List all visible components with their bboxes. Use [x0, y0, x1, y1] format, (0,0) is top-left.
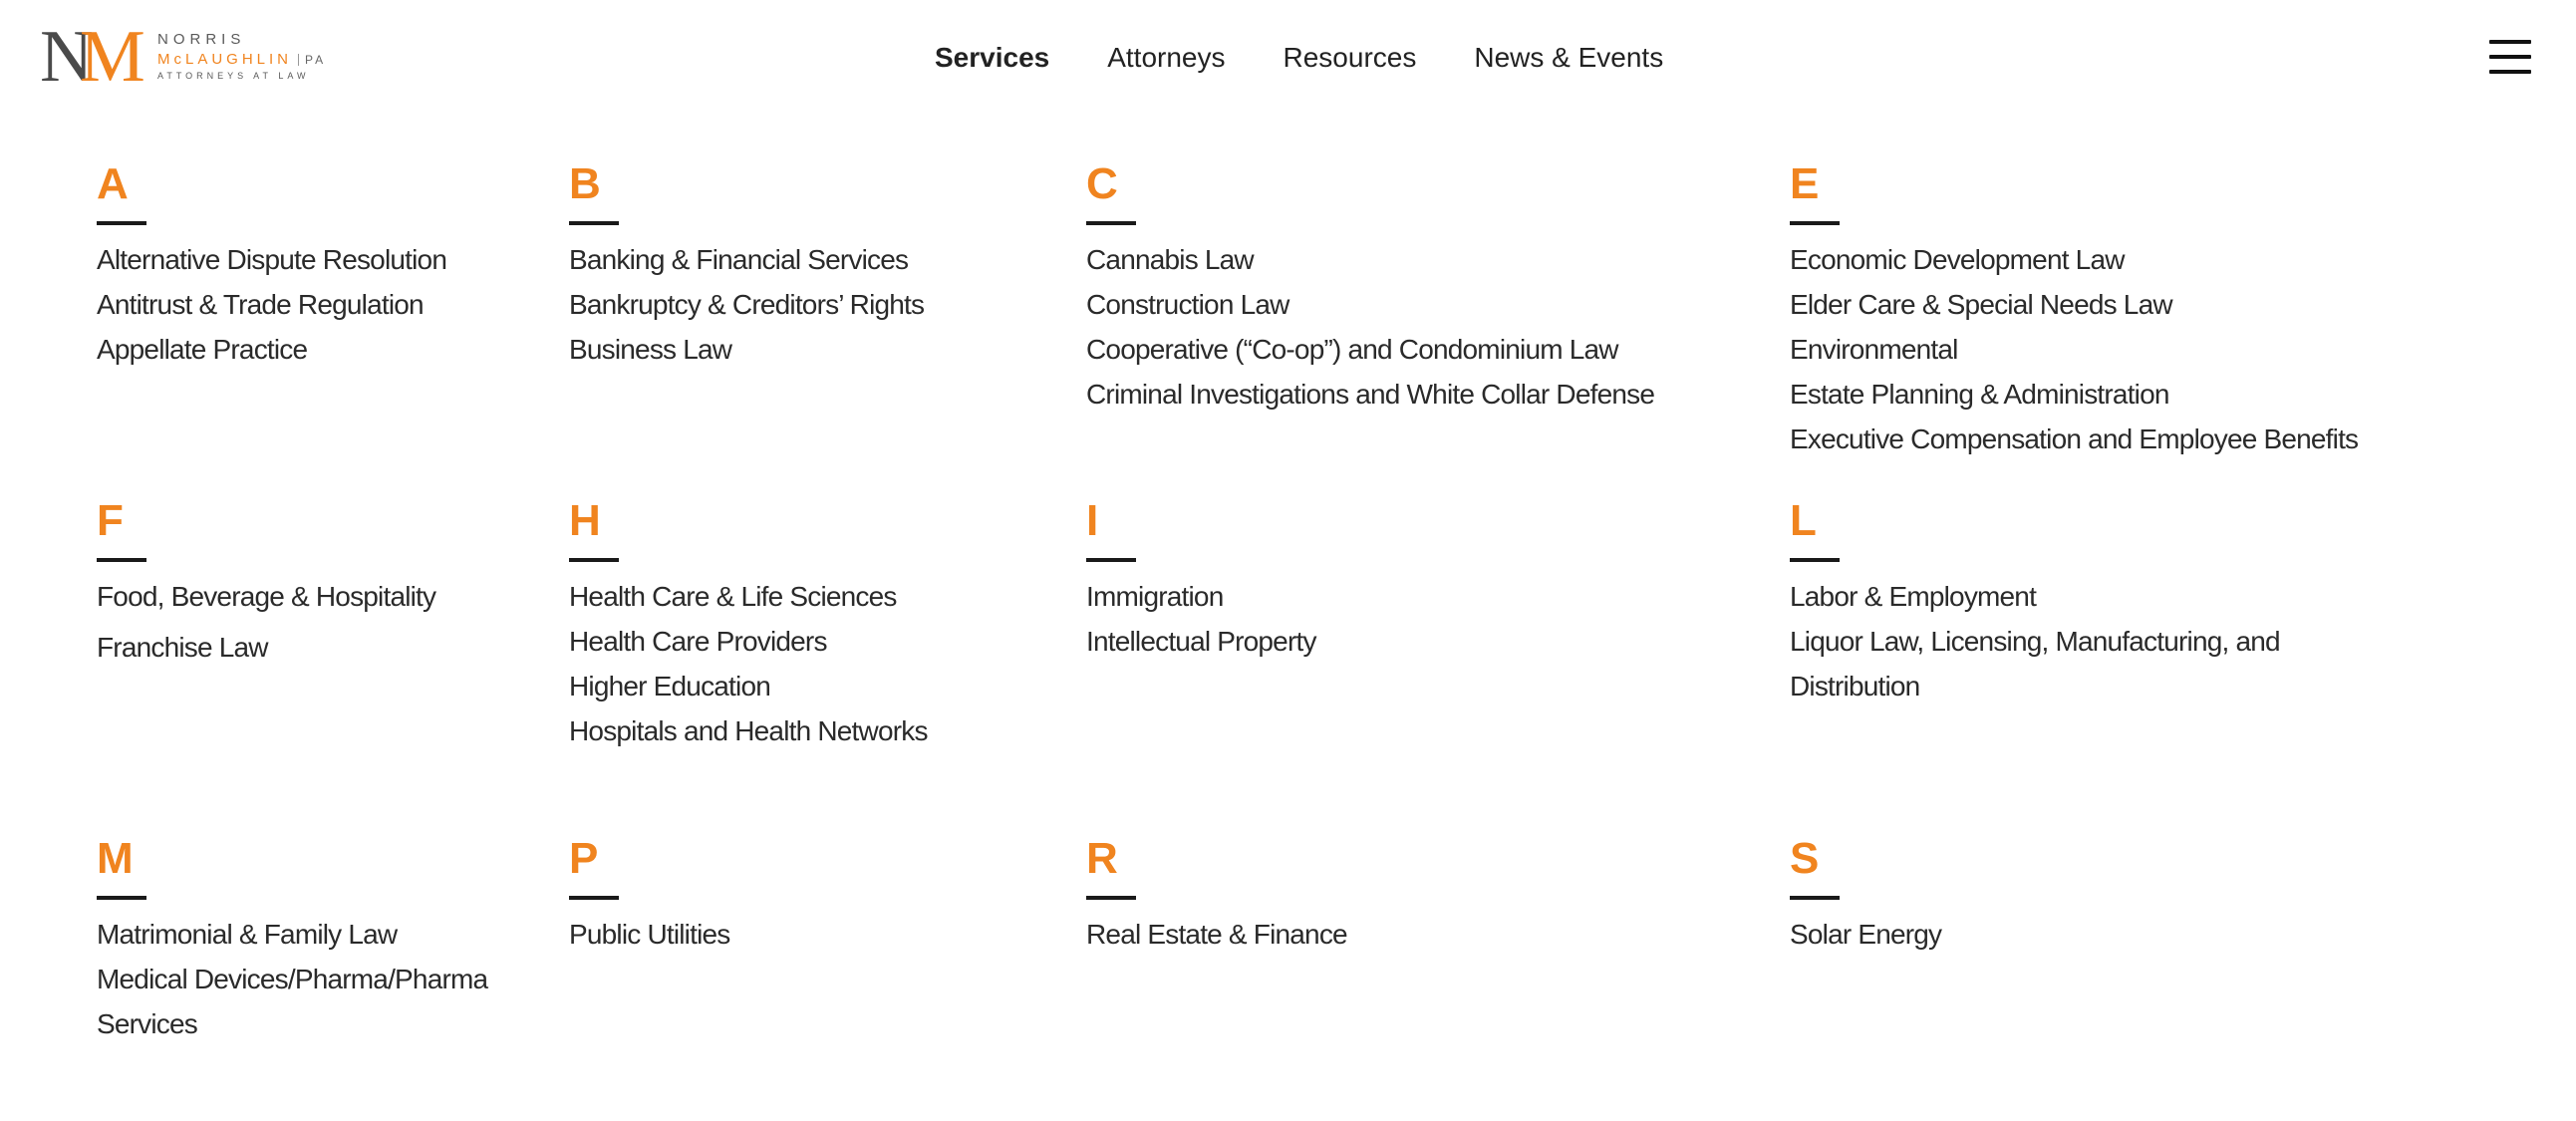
logo-divider: [298, 53, 300, 66]
service-link[interactable]: Alternative Dispute Resolution: [97, 237, 447, 282]
service-link[interactable]: Liquor Law, Licensing, Manufacturing, an…: [1790, 619, 2308, 708]
service-link[interactable]: Bankruptcy & Creditors’ Rights: [569, 282, 925, 327]
group-letter: L: [1790, 496, 1817, 545]
service-link[interactable]: Banking & Financial Services: [569, 237, 924, 282]
group-e: E Economic Development Law Elder Care & …: [1790, 159, 2359, 461]
logo-pa: PA: [305, 52, 327, 67]
hamburger-bar: [2489, 70, 2531, 74]
group-r: R Real Estate & Finance: [1086, 834, 1348, 957]
logo-line-norris: NORRIS: [157, 31, 246, 48]
service-link[interactable]: Public Utilities: [569, 912, 730, 957]
group-letter: S: [1790, 834, 1820, 883]
service-link[interactable]: Immigration: [1086, 574, 1316, 619]
service-link[interactable]: Franchise Law: [97, 625, 435, 670]
group-l: L Labor & Employment Liquor Law, Licensi…: [1790, 496, 2308, 708]
group-h: H Health Care & Life Sciences Health Car…: [569, 496, 928, 753]
nav-resources[interactable]: Resources: [1284, 38, 1417, 78]
service-link[interactable]: Elder Care & Special Needs Law: [1790, 282, 2358, 327]
service-link[interactable]: Economic Development Law: [1790, 237, 2358, 282]
group-s: S Solar Energy: [1790, 834, 1942, 957]
firm-logo[interactable]: N M NORRIS McLAUGHLIN PA ATTORNEYS AT LA…: [40, 20, 339, 94]
service-link[interactable]: Executive Compensation and Employee Bene…: [1790, 417, 2359, 461]
logo-monogram: N M: [40, 20, 147, 94]
service-link[interactable]: Real Estate & Finance: [1086, 912, 1348, 957]
service-link[interactable]: Appellate Practice: [97, 327, 446, 372]
letter-underline: [569, 221, 619, 225]
logo-monogram-m: M: [80, 16, 145, 98]
service-link[interactable]: Cannabis Law: [1086, 237, 1654, 282]
group-letter: H: [569, 496, 601, 545]
hamburger-bar: [2489, 40, 2531, 44]
nav-news-events[interactable]: News & Events: [1474, 38, 1663, 78]
logo-line-mclaughlin-row: McLAUGHLIN PA: [157, 51, 326, 68]
service-link[interactable]: Estate Planning & Administration: [1790, 372, 2358, 417]
group-c: C Cannabis Law Construction Law Cooperat…: [1086, 159, 1655, 417]
group-letter: M: [97, 834, 134, 883]
service-link[interactable]: Higher Education: [569, 664, 928, 708]
group-p: P Public Utilities: [569, 834, 730, 957]
service-link[interactable]: Matrimonial & Family Law: [97, 912, 515, 957]
letter-underline: [569, 896, 619, 900]
service-link[interactable]: Medical Devices/Pharma/Pharma Services: [97, 957, 515, 1046]
group-f: F Food, Beverage & Hospitality Franchise…: [97, 496, 436, 670]
service-link[interactable]: Health Care Providers: [569, 619, 928, 664]
nav-attorneys[interactable]: Attorneys: [1107, 38, 1225, 78]
group-b: B Banking & Financial Services Bankruptc…: [569, 159, 925, 372]
service-link[interactable]: Food, Beverage & Hospitality: [97, 574, 436, 619]
letter-underline: [1086, 221, 1136, 225]
letter-underline: [97, 221, 146, 225]
service-link[interactable]: Business Law: [569, 327, 924, 372]
group-letter: E: [1790, 159, 1820, 208]
letter-underline: [569, 558, 619, 562]
service-link[interactable]: Health Care & Life Sciences: [569, 574, 928, 619]
service-link[interactable]: Environmental: [1790, 327, 2358, 372]
service-link[interactable]: Cooperative (“Co-op”) and Condominium La…: [1086, 327, 1654, 372]
service-link[interactable]: Intellectual Property: [1086, 619, 1316, 664]
group-letter: R: [1086, 834, 1118, 883]
service-link[interactable]: Criminal Investigations and White Collar…: [1086, 372, 1655, 417]
group-letter: C: [1086, 159, 1118, 208]
logo-tagline: ATTORNEYS AT LAW: [157, 71, 310, 81]
nav-services[interactable]: Services: [935, 38, 1049, 78]
group-letter: F: [97, 496, 124, 545]
service-link[interactable]: Solar Energy: [1790, 912, 1942, 957]
site-header: N M NORRIS McLAUGHLIN PA ATTORNEYS AT LA…: [0, 0, 2576, 118]
group-i: I Immigration Intellectual Property: [1086, 496, 1316, 664]
group-m: M Matrimonial & Family Law Medical Devic…: [97, 834, 515, 1046]
service-link[interactable]: Construction Law: [1086, 282, 1654, 327]
letter-underline: [97, 558, 146, 562]
logo-wordmark: NORRIS McLAUGHLIN PA ATTORNEYS AT LAW: [157, 31, 326, 81]
logo-line-mclaughlin: McLAUGHLIN: [157, 51, 293, 68]
group-letter: P: [569, 834, 599, 883]
hamburger-menu-icon[interactable]: [2489, 40, 2531, 74]
group-a: A Alternative Dispute Resolution Antitru…: [97, 159, 447, 372]
group-letter: I: [1086, 496, 1099, 545]
letter-underline: [1790, 896, 1840, 900]
letter-underline: [1790, 221, 1840, 225]
main-nav: Services Attorneys Resources News & Even…: [935, 38, 1663, 78]
service-link[interactable]: Labor & Employment: [1790, 574, 2308, 619]
letter-underline: [1790, 558, 1840, 562]
hamburger-bar: [2489, 55, 2531, 59]
letter-underline: [1086, 896, 1136, 900]
group-letter: B: [569, 159, 601, 208]
letter-underline: [1086, 558, 1136, 562]
letter-underline: [97, 896, 146, 900]
group-letter: A: [97, 159, 129, 208]
service-link[interactable]: Antitrust & Trade Regulation: [97, 282, 446, 327]
service-link[interactable]: Hospitals and Health Networks: [569, 708, 928, 753]
